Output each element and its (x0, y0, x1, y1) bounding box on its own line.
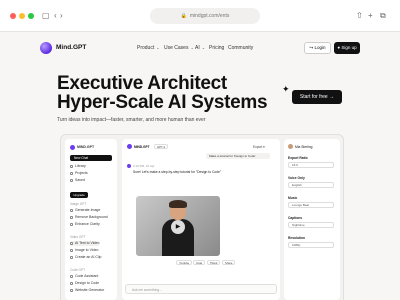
model-chip[interactable]: GPT-4 (154, 144, 169, 149)
group-header-video: Video GPT (70, 235, 86, 239)
lock-icon: 🔒 (180, 13, 187, 19)
folder-icon (70, 171, 73, 175)
export-menu[interactable]: Export ▾ (253, 145, 265, 149)
clip-icon (70, 255, 73, 259)
assistant-avatar-small (127, 164, 131, 168)
app-sidebar: MIND.GPT New Chat Library Projects Saved… (65, 139, 117, 300)
assistant-reply: Sure! Let's make a step-by-step tutorial… (133, 170, 221, 174)
setting-label-captions: Captions (288, 216, 303, 220)
settings-panel: Mia Sterling Export Ratio 16:9 Voice Onl… (284, 139, 340, 300)
globe-icon (70, 288, 73, 292)
sidebar-item-design-to-code[interactable]: Design to Code (70, 281, 99, 286)
url-text: mindgpt.com/ents (189, 13, 230, 19)
chevron-down-icon: ⌄ (190, 45, 194, 50)
new-chat-button[interactable]: New Chat (70, 155, 112, 161)
play-icon[interactable]: ▶ (171, 220, 185, 234)
nav-link-use-cases[interactable]: Use Cases ⌄ (164, 45, 194, 51)
sidebar-item-generate-image[interactable]: Generate Image (70, 208, 100, 213)
message-time: 2:10 PM, 10 Apr (133, 164, 155, 168)
chip-youtube[interactable]: Youtube (176, 260, 193, 265)
forward-arrow-icon[interactable]: › (60, 11, 63, 21)
resolution-select[interactable]: 1080p (288, 242, 334, 248)
setting-label-resolution: Resolution (288, 236, 306, 240)
site-navbar: Mind.GPT Product ⌄ Use Cases ⌄ AI ⌄ Pricing… (40, 40, 360, 56)
close-window-button[interactable] (10, 13, 16, 19)
nav-link-community[interactable]: Community (228, 45, 253, 51)
user-avatar[interactable] (288, 144, 293, 149)
start-for-free-button[interactable]: Start for free → (292, 90, 342, 104)
login-button[interactable]: ↪ Login (304, 42, 331, 54)
new-tab-icon[interactable]: + (368, 11, 373, 21)
address-bar[interactable]: 🔒 mindgpt.com/ents (150, 8, 260, 24)
group-header-code: Code GPT (70, 268, 86, 272)
library-icon (70, 164, 73, 168)
captions-select[interactable]: Nighttime (288, 222, 334, 228)
sidebar-item-ai-clip[interactable]: Create an AI Clip (70, 255, 101, 260)
nav-link-product[interactable]: Product ⌄ (137, 45, 160, 51)
back-arrow-icon[interactable]: ‹ (54, 11, 57, 21)
assistant-avatar (127, 144, 132, 149)
maximize-window-button[interactable] (28, 13, 34, 19)
chip-tiktok[interactable]: Tiktok (207, 260, 221, 265)
chat-header-title: MIND.GPT (134, 145, 150, 149)
bookmark-icon (70, 178, 73, 182)
sidebar-toggle-icon[interactable]: ▢ (42, 11, 50, 21)
hero-title-line-1: Executive Architect (57, 73, 227, 94)
chat-input[interactable]: Ask me something... (125, 284, 277, 294)
user-name[interactable]: Mia Sterling (295, 145, 312, 149)
voice-select[interactable]: English (288, 182, 334, 188)
setting-label-music: Music (288, 196, 298, 200)
chip-insta[interactable]: Insta (193, 260, 206, 265)
sidebar-item-saved[interactable]: Saved (70, 178, 85, 183)
nav-link-pricing[interactable]: Pricing (209, 45, 224, 51)
video-icon (70, 241, 73, 245)
sidebar-item-projects[interactable]: Projects (70, 171, 88, 176)
chevron-down-icon: ⌄ (156, 45, 160, 50)
hero-title-line-2: Hyper-Scale AI Systems (57, 92, 268, 113)
sparkle-icon: ✦ (282, 84, 290, 94)
layout-icon (70, 281, 73, 285)
sidebar-item-website-generator[interactable]: Website Generator (70, 288, 104, 293)
sidebar-item-library[interactable]: Library (70, 164, 86, 169)
setting-label-ratio: Export Ratio (288, 156, 308, 160)
sidebar-item-image-to-video[interactable]: Image to Video (70, 248, 98, 253)
ratio-select[interactable]: 16:9 (288, 162, 334, 168)
nav-link-ai[interactable]: AI ⌄ (195, 45, 205, 51)
signup-button[interactable]: ● Sign up (334, 42, 360, 54)
hero-subtitle: Turn ideas into impact—faster, smarter, … (57, 117, 206, 123)
wand-icon (70, 222, 73, 226)
brand-name[interactable]: Mind.GPT (56, 44, 86, 51)
setting-label-voice: Voice Only (288, 176, 305, 180)
eraser-icon (70, 215, 73, 219)
music-select[interactable]: Lounge Beat (288, 202, 334, 208)
user-message: Make a tutorial for 'Design to Code' (206, 153, 270, 159)
share-icon[interactable]: ⇧ (356, 11, 363, 21)
film-icon (70, 248, 73, 252)
browser-window: ▢ ‹ › 🔒 mindgpt.com/ents ⇧ + ⧉ Mind.GPT P… (0, 0, 400, 300)
browser-toolbar: ▢ ‹ › 🔒 mindgpt.com/ents ⇧ + ⧉ (0, 0, 400, 32)
sidebar-item-code-assistant[interactable]: Code Assistant (70, 274, 98, 279)
chip-share[interactable]: Share (222, 260, 236, 265)
upgrade-button[interactable]: Upgrade (70, 192, 88, 198)
sidebar-item-remove-background[interactable]: Remove Background (70, 215, 108, 220)
chevron-down-icon: ⌄ (201, 45, 206, 50)
sidebar-item-text-to-video[interactable]: AI Text to Video (70, 241, 100, 246)
code-icon (70, 274, 73, 278)
tabs-overview-icon[interactable]: ⧉ (380, 11, 386, 21)
sidebar-item-enhance-clarity[interactable]: Enhance Clarity (70, 222, 100, 227)
minimize-window-button[interactable] (19, 13, 25, 19)
app-brand: MIND.GPT (77, 145, 95, 149)
video-preview[interactable]: ▶ (136, 196, 220, 256)
brand-logo-icon[interactable] (40, 42, 52, 54)
image-icon (70, 208, 73, 212)
app-logo-icon (70, 145, 75, 150)
group-header-image: Image GPT (70, 202, 87, 206)
